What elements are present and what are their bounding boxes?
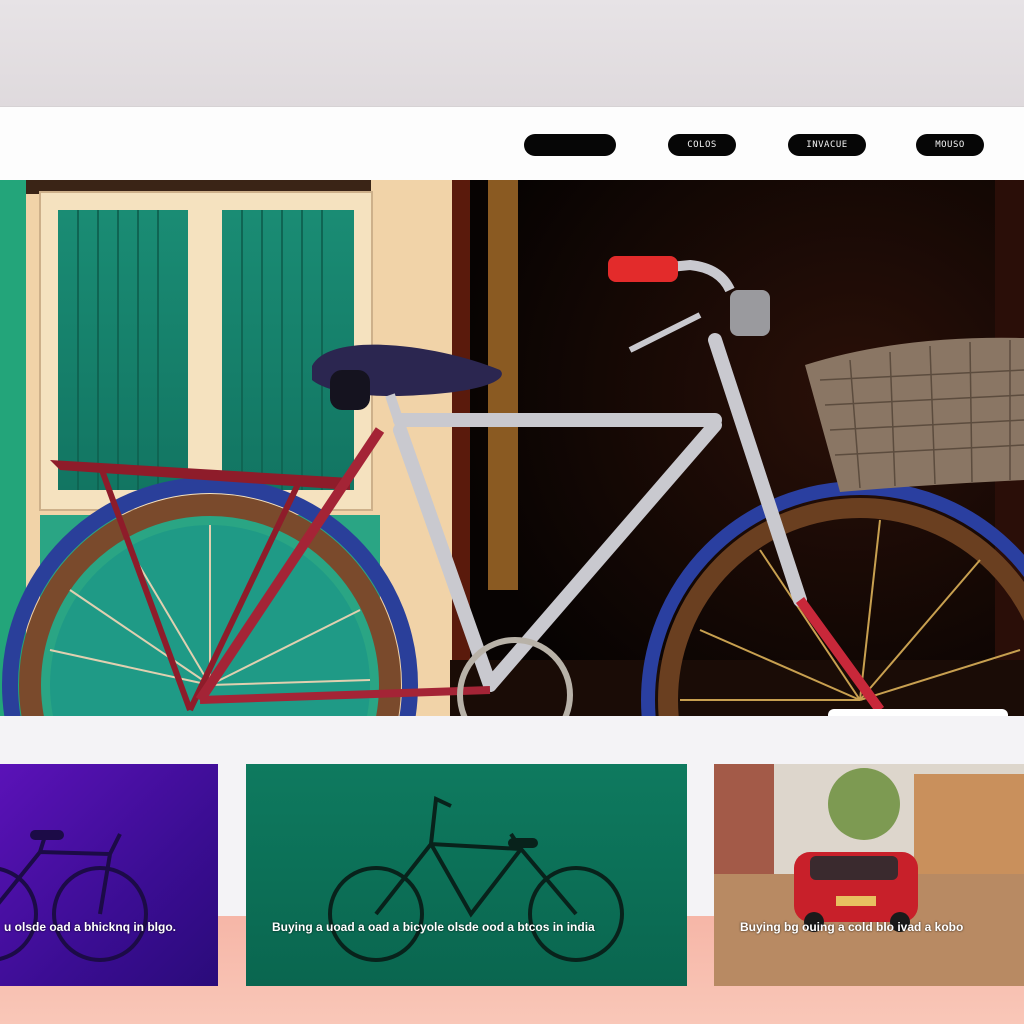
- hero-banner: [0, 180, 1024, 716]
- card-caption: Buying bg ouing a cold blo ivad a kobo: [740, 920, 964, 934]
- nav-item-1[interactable]: [524, 134, 616, 156]
- street-scene-image: [714, 764, 1024, 986]
- card-section: u olsde oad a bhicknq in blgo. Buying a …: [0, 716, 1024, 1024]
- top-navbar: COLOS INVACUE MOUSO: [0, 106, 1024, 181]
- page-top-band: [0, 0, 1024, 106]
- bicycle-silhouette-icon: [328, 796, 624, 962]
- card-caption: Buying a uoad a oad a bicyole olsde ood …: [272, 920, 595, 934]
- card-green-bicycle[interactable]: Buying a uoad a oad a bicyole olsde ood …: [246, 764, 687, 986]
- hero-search-input[interactable]: [828, 709, 1008, 716]
- card-caption: u olsde oad a bhicknq in blgo.: [4, 920, 177, 934]
- card-street-photo[interactable]: Buying bg ouing a cold blo ivad a kobo: [714, 764, 1024, 986]
- nav-item-invacue[interactable]: INVACUE: [788, 134, 866, 156]
- nav-item-colos[interactable]: COLOS: [668, 134, 736, 156]
- card-purple-bicycle[interactable]: u olsde oad a bhicknq in blgo.: [0, 764, 218, 986]
- hero-bicycle-image: [0, 180, 1024, 716]
- bicycle-silhouette-icon: [0, 830, 148, 962]
- nav-item-mouso[interactable]: MOUSO: [916, 134, 984, 156]
